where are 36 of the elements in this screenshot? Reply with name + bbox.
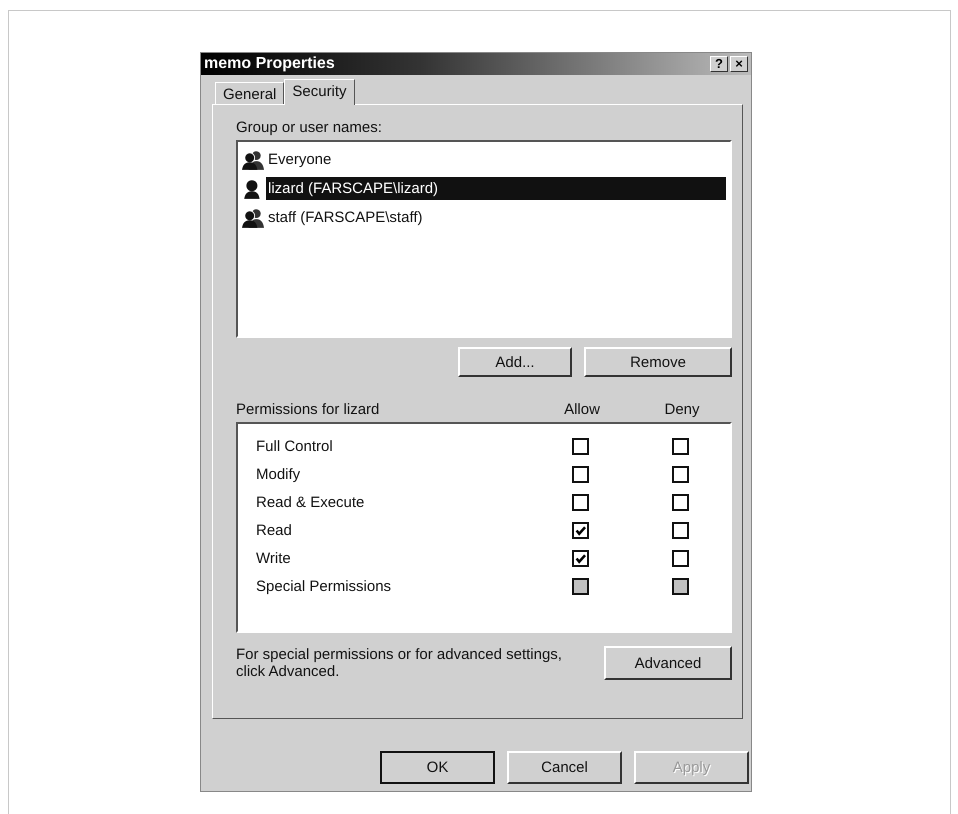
people-icon (242, 150, 264, 170)
checkbox[interactable] (672, 466, 688, 482)
user-list-item[interactable]: Everyone (266, 148, 726, 171)
cancel-button[interactable]: Cancel (507, 751, 622, 784)
checkbox[interactable] (572, 494, 588, 510)
ok-button[interactable]: OK (380, 751, 495, 784)
user-list-item[interactable]: lizard (FARSCAPE\lizard) (266, 177, 726, 200)
remove-button[interactable]: Remove (584, 347, 732, 377)
permission-name: Read & Execute (256, 494, 366, 510)
permission-name: Special Permissions (256, 578, 392, 594)
column-header: Deny (663, 401, 701, 418)
checkbox[interactable] (572, 522, 588, 538)
permission-name: Modify (256, 466, 302, 482)
people-icon (242, 208, 264, 228)
advanced-hint: For special permissions or for advanced settings, click Advanced. (236, 646, 563, 680)
permission-name: Write (256, 550, 292, 566)
checkbox[interactable] (572, 550, 588, 566)
column-header: Allow (563, 401, 601, 418)
add-button[interactable]: Add... (458, 347, 572, 377)
tab[interactable]: Security (284, 79, 355, 105)
tab[interactable]: General (215, 82, 284, 104)
window-title: memo Properties (204, 55, 335, 73)
advanced-button[interactable]: Advanced (604, 646, 732, 680)
checkbox[interactable] (672, 550, 688, 566)
permissions-label: Permissions for lizard (236, 401, 380, 418)
user-list-item[interactable]: staff (FARSCAPE\staff) (266, 206, 726, 229)
permission-name: Full Control (256, 438, 334, 454)
close-button[interactable]: × (730, 56, 748, 72)
checkbox[interactable] (672, 522, 688, 538)
checkbox[interactable] (672, 438, 688, 454)
checkbox[interactable] (572, 438, 588, 454)
checkbox[interactable] (672, 494, 688, 510)
checkbox[interactable] (572, 466, 588, 482)
group-list-label: Group or user names: (236, 119, 383, 136)
permission-name: Read (256, 522, 293, 538)
help-button[interactable]: ? (710, 56, 728, 72)
